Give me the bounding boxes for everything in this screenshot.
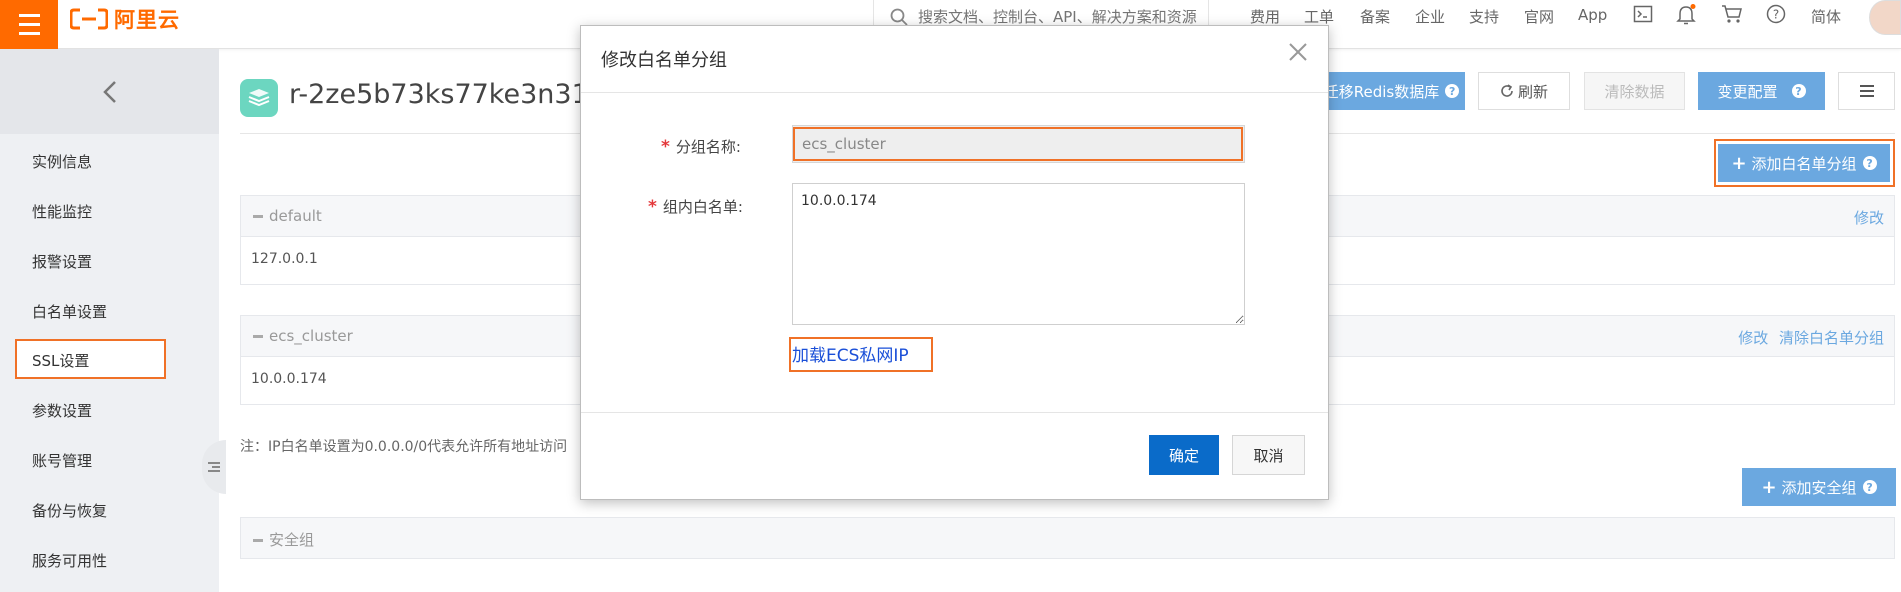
- sidebar-item-ssl[interactable]: SSL设置: [32, 350, 89, 371]
- clear-data-button[interactable]: 清除数据: [1584, 72, 1685, 110]
- migrate-redis-label: 迁移Redis数据库: [1323, 82, 1440, 101]
- brand-name: 阿里云: [114, 8, 180, 32]
- sidebar-item-monitoring[interactable]: 性能监控: [32, 201, 92, 222]
- sidebar-item-instance-info[interactable]: 实例信息: [32, 151, 92, 172]
- group-ip-list: 10.0.0.174: [251, 371, 327, 387]
- group-name-highlight: [793, 127, 1243, 161]
- add-security-group-label: 添加安全组: [1781, 478, 1857, 497]
- sidebar-item-parameters[interactable]: 参数设置: [32, 400, 92, 421]
- aliyun-logo-icon: [70, 8, 108, 30]
- menu-icon: [1859, 85, 1874, 97]
- terminal-icon[interactable]: [1633, 4, 1653, 24]
- collapse-dash-icon: [253, 335, 263, 338]
- nav-billing[interactable]: 费用: [1250, 6, 1280, 27]
- group-name: default: [269, 207, 322, 225]
- nav-enterprise[interactable]: 企业: [1415, 6, 1445, 27]
- group-title[interactable]: 安全组: [253, 529, 314, 550]
- plus-icon: +: [1761, 476, 1777, 498]
- required-asterisk: *: [661, 137, 670, 157]
- nav-icp[interactable]: 备案: [1360, 6, 1390, 27]
- edit-group-link[interactable]: 修改: [1738, 329, 1768, 347]
- security-group-title: 安全组: [269, 531, 315, 549]
- close-icon[interactable]: [1286, 40, 1310, 64]
- sidebar-item-accounts[interactable]: 账号管理: [32, 450, 92, 471]
- collapse-dash-icon: [253, 539, 263, 542]
- hamburger-icon: [18, 11, 40, 38]
- edit-group-link[interactable]: 修改: [1854, 209, 1884, 227]
- sidebar: 实例信息 性能监控 报警设置 白名单设置 SSL设置 参数设置 账号管理 备份与…: [0, 49, 219, 592]
- help-icon: ?: [1862, 480, 1877, 494]
- back-button[interactable]: [0, 49, 219, 134]
- security-group-header: 安全组: [240, 517, 1895, 559]
- collapse-dash-icon: [253, 215, 263, 218]
- whitelist-textarea[interactable]: 10.0.0.174: [792, 183, 1245, 325]
- group-title[interactable]: ecs_cluster: [253, 327, 353, 345]
- nav-official-site[interactable]: 官网: [1524, 6, 1554, 27]
- help-icon: ?: [1791, 84, 1806, 98]
- dialog-header-divider: [581, 92, 1328, 93]
- chevron-left-icon: [102, 80, 116, 103]
- search-input[interactable]: [916, 6, 1206, 27]
- load-ecs-highlight: [789, 337, 933, 372]
- aliyun-logo[interactable]: 阿里云: [70, 4, 180, 34]
- search-icon: [890, 8, 908, 26]
- svg-text:?: ?: [1773, 8, 1779, 22]
- add-whitelist-highlight: [1714, 139, 1895, 187]
- cancel-button[interactable]: 取消: [1232, 435, 1305, 475]
- clear-data-label: 清除数据: [1604, 82, 1665, 101]
- dialog-footer-divider: [581, 412, 1328, 413]
- group-name-label: * 分组名称:: [661, 137, 741, 157]
- refresh-button[interactable]: 刷新: [1478, 72, 1570, 110]
- sidebar-item-backup[interactable]: 备份与恢复: [32, 500, 107, 521]
- collapse-icon: [208, 462, 220, 472]
- nav-support[interactable]: 支持: [1469, 6, 1499, 27]
- sidebar-item-whitelist[interactable]: 白名单设置: [32, 301, 107, 322]
- nav-ticket[interactable]: 工单: [1304, 6, 1334, 27]
- edit-whitelist-dialog: 修改白名单分组 *分组名称: *组内白名单: 10.0.0.174 加载ECS私…: [580, 25, 1329, 500]
- change-config-button[interactable]: 变更配置 ?: [1698, 72, 1825, 110]
- whitelist-note: 注：IP白名单设置为0.0.0.0/0代表允许所有地址访问: [240, 439, 568, 455]
- dialog-title: 修改白名单分组: [601, 50, 727, 71]
- clear-group-link[interactable]: 清除白名单分组: [1779, 329, 1884, 347]
- required-asterisk: *: [648, 197, 657, 217]
- change-config-label: 变更配置: [1717, 82, 1778, 101]
- group-ip-list: 127.0.0.1: [251, 251, 318, 267]
- more-menu-button[interactable]: [1838, 72, 1895, 110]
- menu-button[interactable]: [0, 0, 58, 49]
- nav-app[interactable]: App: [1578, 6, 1607, 24]
- sidebar-item-availability[interactable]: 服务可用性: [32, 550, 107, 571]
- avatar[interactable]: [1869, 0, 1901, 35]
- instance-id-title: r-2ze5b73ks77ke3n31: [289, 79, 589, 110]
- add-security-group-button[interactable]: + 添加安全组 ?: [1742, 468, 1896, 506]
- group-actions: 修改: [1848, 207, 1884, 228]
- group-actions: 修改 清除白名单分组: [1732, 327, 1884, 348]
- refresh-label: 刷新: [1517, 82, 1548, 101]
- help-icon: ?: [1445, 84, 1460, 98]
- whitelist-label: * 组内白名单:: [648, 197, 743, 217]
- language-switch[interactable]: 简体: [1811, 6, 1841, 27]
- group-name: ecs_cluster: [269, 327, 353, 345]
- confirm-button[interactable]: 确定: [1149, 435, 1219, 475]
- redis-instance-icon: [240, 79, 278, 117]
- cart-icon[interactable]: [1721, 4, 1743, 24]
- group-title[interactable]: default: [253, 207, 322, 225]
- help-icon[interactable]: ?: [1766, 4, 1786, 24]
- sidebar-item-alarm[interactable]: 报警设置: [32, 251, 92, 272]
- refresh-icon: [1501, 84, 1513, 97]
- migrate-redis-button[interactable]: 迁移Redis数据库 ?: [1318, 72, 1465, 110]
- bell-icon[interactable]: [1676, 4, 1696, 26]
